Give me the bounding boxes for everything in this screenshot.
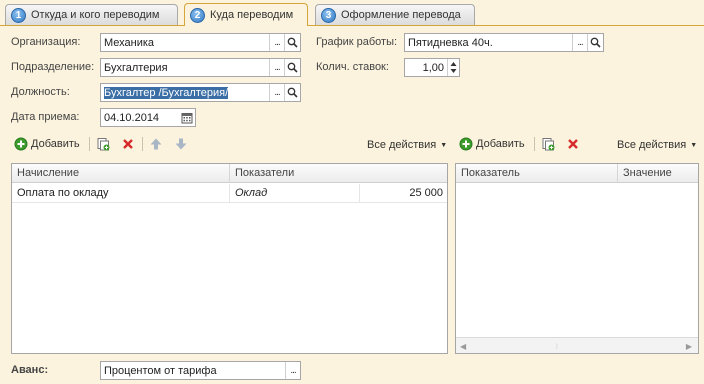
table-row[interactable]: Оплата по окладу Оклад 25 000 (12, 184, 447, 203)
move-down-button[interactable] (174, 137, 188, 151)
toolbar-separator (534, 137, 535, 151)
tab-where-to[interactable]: 2 Куда переводим (184, 3, 308, 26)
advance-value: Процентом от тарифа (104, 364, 217, 377)
organization-value: Механика (104, 36, 155, 49)
circle-number-icon: 2 (190, 7, 205, 23)
accruals-table[interactable]: Начисление Показатели Оплата по окладу О… (11, 163, 448, 354)
all-actions-label: Все действия (617, 139, 687, 151)
ellipsis-icon[interactable]: ... (269, 84, 284, 101)
red-x-icon (123, 139, 133, 149)
ellipsis-icon[interactable]: ... (285, 362, 300, 379)
plus-circle-icon (14, 137, 28, 151)
search-icon[interactable] (284, 59, 300, 76)
position-field[interactable]: Бухгалтер /Бухгалтерия/ ... (100, 83, 301, 102)
toolbar-separator (142, 137, 143, 151)
value-cell: 25 000 (409, 187, 443, 199)
copy-button[interactable] (96, 137, 110, 151)
department-field[interactable]: Бухгалтерия ... (100, 58, 301, 77)
scroll-left-icon[interactable]: ◀ (460, 342, 466, 351)
schedule-field[interactable]: Пятидневка 40ч. ... (404, 33, 604, 52)
column-header-indicators[interactable]: Показатели (230, 164, 447, 183)
spinner-arrows-icon[interactable] (447, 59, 459, 76)
position-value: Бухгалтер /Бухгалтерия/ (104, 86, 229, 99)
search-icon[interactable] (587, 34, 603, 51)
table-header: Показатель Значение (456, 164, 698, 183)
accrual-cell: Оплата по окладу (12, 184, 230, 203)
ellipsis-icon[interactable]: ... (572, 34, 587, 51)
circle-number-icon: 3 (321, 7, 336, 23)
horizontal-scrollbar[interactable]: ◀ ⋮ ▶ (456, 337, 698, 353)
scroll-right-icon[interactable]: ▶ (686, 342, 692, 351)
column-header-value[interactable]: Значение (618, 164, 698, 183)
tab-label: Откуда и кого переводим (31, 9, 160, 21)
rates-label: Колич. ставок: (316, 61, 389, 73)
tab-from-whom[interactable]: 1 Откуда и кого переводим (5, 4, 178, 25)
all-actions-button[interactable]: Все действия ▼ (617, 139, 697, 151)
move-up-button[interactable] (149, 137, 163, 151)
copy-icon (542, 138, 555, 151)
organization-field[interactable]: Механика ... (100, 33, 301, 52)
caret-down-icon: ▼ (690, 141, 698, 149)
calendar-icon[interactable] (179, 109, 195, 126)
rates-value: 1,00 (422, 61, 444, 74)
schedule-value: Пятидневка 40ч. (408, 36, 493, 49)
table-header: Начисление Показатели (12, 164, 447, 183)
organization-label: Организация: (11, 36, 81, 48)
add-label: Добавить (31, 138, 80, 150)
schedule-label: График работы: (316, 36, 398, 48)
tab-label: Куда переводим (210, 9, 294, 21)
arrow-down-icon (175, 138, 187, 150)
hire-date-field[interactable]: 04.10.2014 (100, 108, 196, 127)
delete-button[interactable] (566, 137, 580, 151)
all-actions-label: Все действия (367, 139, 437, 151)
add-button[interactable]: Добавить (14, 137, 80, 151)
ellipsis-icon[interactable]: ... (269, 59, 284, 76)
copy-button[interactable] (541, 137, 555, 151)
copy-icon (97, 138, 110, 151)
tab-divider (0, 25, 704, 26)
rates-field[interactable]: 1,00 (404, 58, 460, 77)
department-label: Подразделение: (11, 61, 95, 73)
delete-button[interactable] (121, 137, 135, 151)
advance-field[interactable]: Процентом от тарифа ... (100, 361, 301, 380)
red-x-icon (568, 139, 578, 149)
search-icon[interactable] (284, 34, 300, 51)
add-label: Добавить (476, 138, 525, 150)
caret-down-icon: ▼ (440, 141, 448, 149)
hire-date-label: Дата приема: (11, 111, 80, 123)
tab-transfer-registration[interactable]: 3 Оформление перевода (315, 4, 475, 25)
arrow-up-icon (150, 138, 162, 150)
add-button[interactable]: Добавить (459, 137, 525, 151)
indicator-cell: Оклад (230, 184, 360, 203)
indicators-table[interactable]: Показатель Значение ◀ ⋮ ▶ (455, 163, 699, 354)
tab-label: Оформление перевода (341, 9, 461, 21)
toolbar-separator (89, 137, 90, 151)
column-header-accrual[interactable]: Начисление (12, 164, 230, 183)
all-actions-button[interactable]: Все действия ▼ (367, 139, 447, 151)
department-value: Бухгалтерия (104, 61, 168, 74)
position-value-wrap: Бухгалтер /Бухгалтерия/ (101, 86, 269, 99)
search-icon[interactable] (284, 84, 300, 101)
circle-number-icon: 1 (11, 7, 26, 23)
position-label: Должность: (11, 86, 70, 98)
column-header-indicator[interactable]: Показатель (456, 164, 618, 183)
advance-label: Аванс: (11, 364, 49, 376)
scroll-grip-icon[interactable]: ⋮ (554, 343, 560, 350)
hire-date-value: 04.10.2014 (104, 111, 160, 124)
ellipsis-icon[interactable]: ... (269, 34, 284, 51)
plus-circle-icon (459, 137, 473, 151)
